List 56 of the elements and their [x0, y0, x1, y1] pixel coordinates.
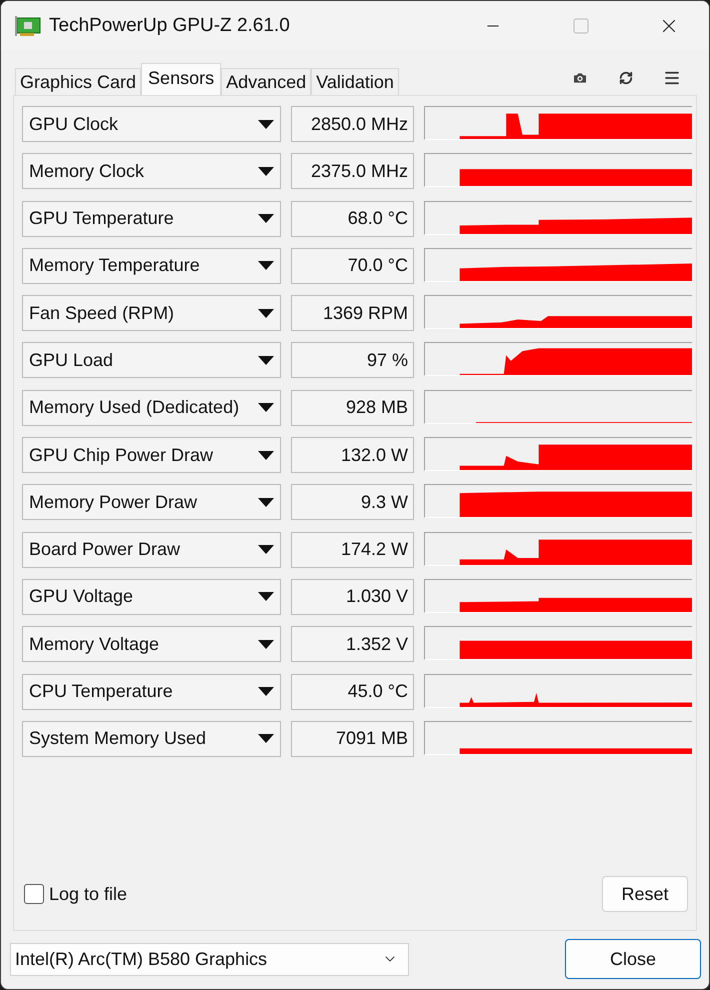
window-title: TechPowerUp GPU-Z 2.61.0 [49, 15, 291, 37]
sensor-value: 45.0 °C [291, 674, 414, 710]
tab[interactable]: Advanced [221, 68, 312, 96]
sensor-dropdown[interactable]: Memory Power Draw [22, 484, 281, 520]
sensor-value: 7091 MB [291, 720, 414, 757]
sensor-dropdown[interactable]: GPU Chip Power Draw [22, 437, 281, 474]
checkbox[interactable] [24, 884, 44, 904]
caret-icon [258, 261, 274, 270]
device-select[interactable]: Intel(R) Arc(TM) B580 Graphics [10, 942, 409, 976]
menu-icon[interactable] [663, 69, 681, 87]
caret-icon [258, 640, 274, 649]
graphics-card-icon [15, 16, 41, 36]
caret-icon [258, 214, 274, 224]
camera-icon[interactable] [572, 70, 588, 86]
checkbox-label: Log to file [49, 884, 128, 904]
caret-icon [258, 498, 274, 507]
sensor-dropdown[interactable]: Fan Speed (RPM) [22, 295, 281, 332]
caret-icon [258, 166, 274, 176]
sensor-value: 9.3 W [291, 484, 414, 520]
sensor-dropdown[interactable]: Memory Used (Dedicated) [22, 390, 281, 426]
reset-button[interactable]: Reset [602, 876, 688, 912]
sensor-value: 2375.0 MHz [291, 153, 414, 190]
caret-icon [258, 450, 274, 460]
caret-icon [258, 687, 274, 696]
sensor-dropdown[interactable]: GPU Load [22, 342, 281, 378]
sensor-value: 97 % [291, 342, 414, 378]
tab[interactable]: Graphics Card [15, 68, 142, 96]
sensor-dropdown[interactable]: Memory Temperature [22, 248, 281, 284]
sensor-dropdown[interactable]: GPU Voltage [22, 578, 281, 615]
tab[interactable]: Validation [311, 68, 399, 96]
sensor-dropdown[interactable]: System Memory Used [22, 720, 281, 757]
sensor-dropdown[interactable]: Memory Voltage [22, 626, 281, 662]
sensor-value: 1.030 V [291, 578, 414, 615]
sensor-value: 70.0 °C [291, 248, 414, 284]
sensor-dropdown[interactable]: Memory Clock [22, 153, 281, 190]
caret-icon [258, 356, 274, 365]
sensor-value: 1.352 V [291, 626, 414, 662]
sensor-value: 2850.0 MHz [291, 106, 414, 142]
sensor-dropdown[interactable]: CPU Temperature [22, 674, 281, 710]
caret-icon [258, 120, 274, 128]
caret-icon [258, 734, 274, 744]
caret-icon [258, 545, 274, 554]
tab[interactable]: Sensors [141, 63, 222, 95]
sensor-value: 174.2 W [291, 532, 414, 568]
caret-icon [258, 308, 274, 318]
sensor-value: 928 MB [291, 390, 414, 426]
sensor-value: 68.0 °C [291, 200, 414, 237]
caret-icon [258, 592, 274, 602]
caret-icon [258, 403, 274, 412]
close-dialog-button[interactable]: Close [565, 939, 701, 979]
sensor-dropdown[interactable]: GPU Temperature [22, 200, 281, 237]
sensor-dropdown[interactable]: GPU Clock [22, 106, 281, 142]
sensor-dropdown[interactable]: Board Power Draw [22, 532, 281, 568]
sensor-value: 1369 RPM [291, 295, 414, 332]
refresh-icon[interactable] [619, 71, 633, 85]
sensor-value: 132.0 W [291, 437, 414, 474]
